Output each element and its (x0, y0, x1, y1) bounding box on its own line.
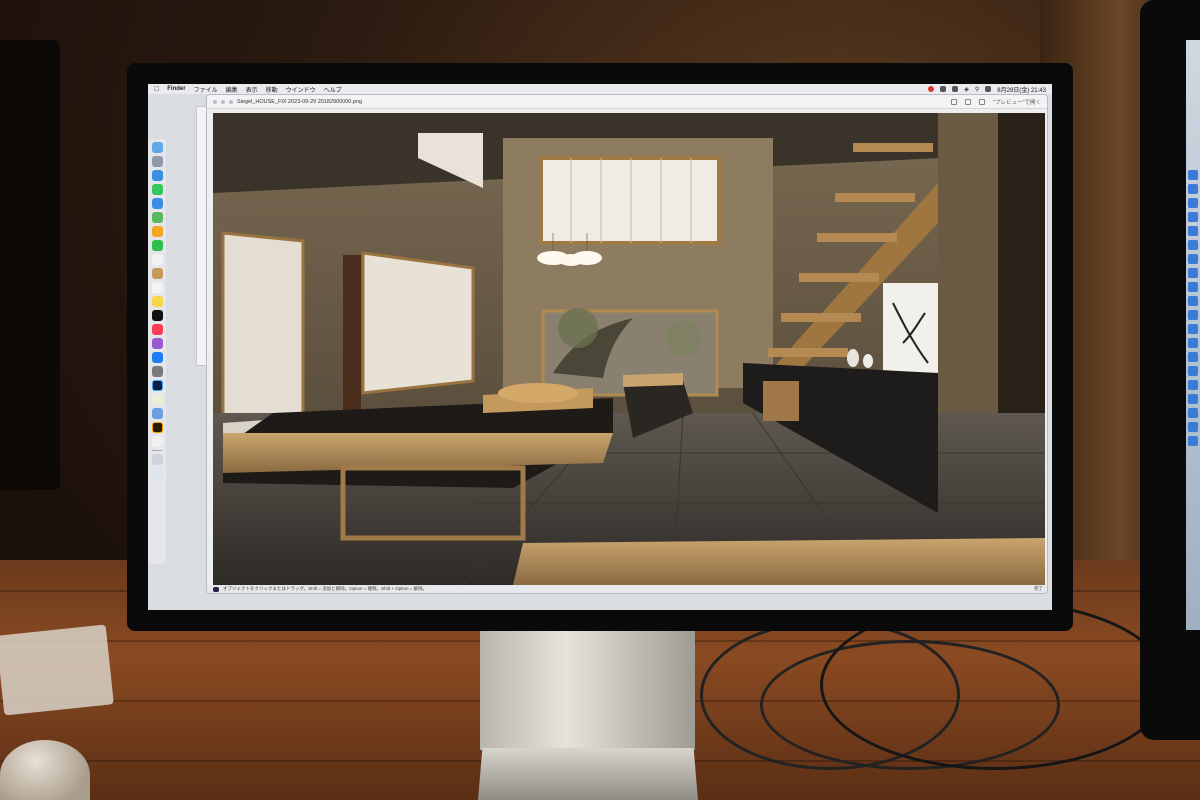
photoshop-icon[interactable] (151, 380, 163, 391)
menu-status-area: ◈ ⚲ 8月29日(金) 21:43 (928, 85, 1046, 94)
toolbar: "プレビュー"で開く (951, 98, 1041, 106)
photos-icon[interactable] (151, 226, 163, 237)
apple-icon[interactable]:  (154, 86, 159, 93)
monitor-stand (480, 630, 695, 750)
minimize-icon[interactable] (221, 99, 225, 104)
calendar-icon[interactable] (151, 254, 163, 265)
search-icon[interactable]: ⚲ (975, 86, 979, 93)
menu-bar:  Finder ファイル 編集 表示 移動 ウインドウ ヘルプ ◈ ⚲ 8月2… (148, 84, 1052, 94)
menu-view[interactable]: 表示 (246, 85, 258, 94)
notes-icon[interactable] (151, 296, 163, 307)
status-hint-text: オブジェクトをクリックまたはドラッグ。Shift = 追加と解除。Option … (223, 586, 428, 591)
monitor-stand-foot (478, 748, 698, 800)
launchpad-icon[interactable] (151, 156, 163, 167)
monitor-screen:  Finder ファイル 編集 表示 移動 ウインドウ ヘルプ ◈ ⚲ 8月2… (148, 84, 1052, 610)
messages-icon[interactable] (151, 184, 163, 195)
textedit-icon[interactable] (151, 394, 163, 405)
architecture-render-image (213, 113, 1045, 585)
info-icon[interactable] (951, 98, 958, 105)
window-title: Siegel_HOUSE_FIX 2023-09-29 20182900000.… (237, 98, 363, 105)
system-settings-icon[interactable] (151, 366, 163, 377)
music-icon[interactable] (151, 324, 163, 335)
left-monitor (0, 40, 60, 490)
zoom-icon[interactable] (229, 99, 233, 104)
control-center-icon[interactable] (985, 86, 992, 92)
menu-file[interactable]: ファイル (194, 85, 218, 94)
open-in-preview-button[interactable]: "プレビュー"で開く (993, 98, 1041, 106)
dock (148, 139, 166, 564)
maps-icon[interactable] (151, 212, 163, 223)
mail-icon[interactable] (151, 198, 163, 209)
status-menu-icon[interactable] (952, 86, 959, 92)
menu-window[interactable]: ウインドウ (286, 85, 316, 94)
app-store-icon[interactable] (151, 352, 163, 363)
safari-icon[interactable] (151, 170, 163, 181)
status-right-text: 完了 (1034, 586, 1043, 591)
interior-render (213, 113, 1045, 585)
status-bar: オブジェクトをクリックまたはドラッグ。Shift = 追加と解除。Option … (207, 585, 1047, 593)
menu-go[interactable]: 移動 (266, 85, 278, 94)
status-icon (213, 586, 219, 592)
finder-icon[interactable] (151, 142, 163, 153)
desk-photo-scene:  Finder ファイル 編集 表示 移動 ウインドウ ヘルプ ◈ ⚲ 8月2… (0, 0, 1200, 800)
wifi-icon[interactable]: ◈ (964, 86, 969, 93)
menu-help[interactable]: ヘルプ (324, 85, 342, 94)
contacts-icon[interactable] (151, 268, 163, 279)
preview-window[interactable]: Siegel_HOUSE_FIX 2023-09-29 20182900000.… (206, 94, 1048, 594)
window-titlebar[interactable]: Siegel_HOUSE_FIX 2023-09-29 20182900000.… (207, 95, 1047, 109)
close-icon[interactable] (213, 99, 217, 104)
dock-separator (152, 450, 162, 451)
paper-stack (0, 624, 114, 716)
menu-clock[interactable]: 8月29日(金) 21:43 (997, 85, 1046, 94)
illustrator-icon[interactable] (151, 422, 163, 433)
folder-icon[interactable] (151, 454, 163, 465)
preview-icon[interactable] (151, 408, 163, 419)
podcasts-icon[interactable] (151, 338, 163, 349)
trash-icon[interactable] (151, 468, 163, 479)
document-icon[interactable] (151, 436, 163, 447)
markup-icon[interactable] (965, 98, 972, 105)
right-monitor-dock (1188, 170, 1200, 470)
status-menu-icon[interactable] (940, 86, 947, 92)
status-app-icon[interactable] (928, 86, 935, 92)
reminders-icon[interactable] (151, 282, 163, 293)
menu-edit[interactable]: 編集 (226, 85, 238, 94)
share-icon[interactable] (979, 98, 986, 105)
menu-app-name[interactable]: Finder (167, 86, 185, 92)
facetime-icon[interactable] (151, 240, 163, 251)
tv-icon[interactable] (151, 310, 163, 321)
